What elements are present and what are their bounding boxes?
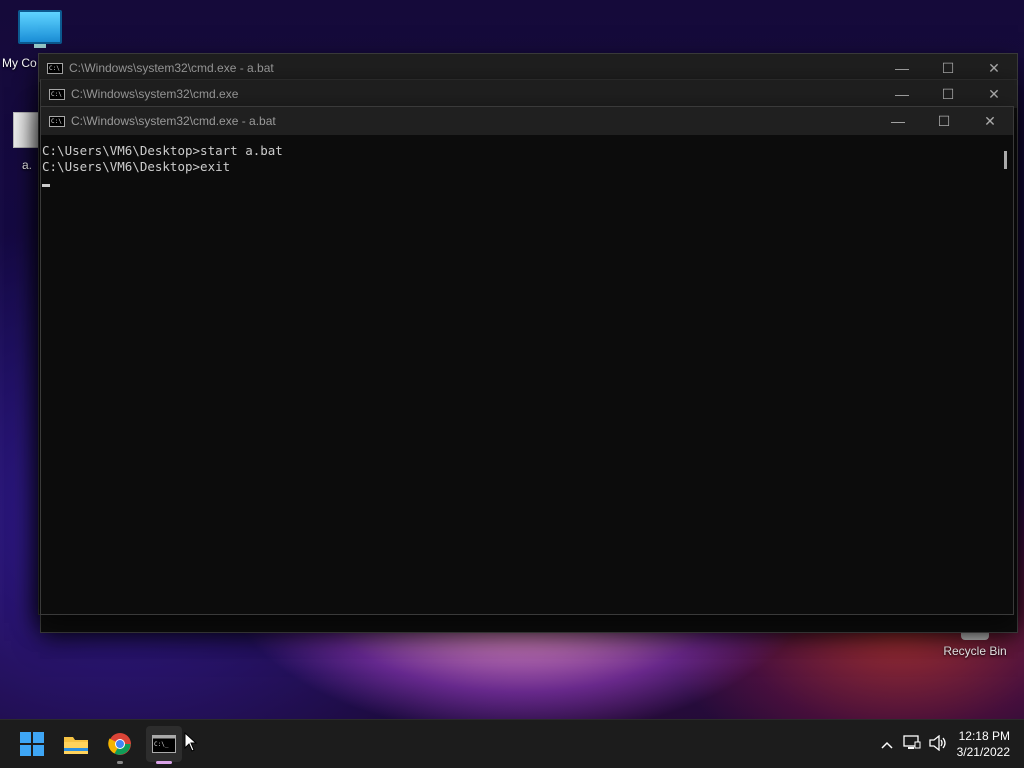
title-bar[interactable]: C:\ C:\Windows\system32\cmd.exe — ☐ ✕ bbox=[41, 80, 1017, 108]
terminal-icon: C:\_ bbox=[152, 735, 176, 753]
folder-icon bbox=[64, 737, 88, 754]
clock-time: 12:18 PM bbox=[958, 729, 1010, 743]
cmd-icon: C:\ bbox=[49, 88, 65, 100]
minimize-button[interactable]: — bbox=[875, 107, 921, 135]
maximize-button[interactable]: ☐ bbox=[925, 80, 971, 108]
window-title: C:\Windows\system32\cmd.exe - a.bat bbox=[69, 61, 274, 75]
close-button[interactable]: ✕ bbox=[967, 107, 1013, 135]
system-tray: 12:18 PM 3/21/2022 bbox=[881, 720, 1010, 768]
network-icon[interactable] bbox=[902, 734, 921, 754]
windows-logo-icon bbox=[20, 732, 44, 756]
scrollbar-thumb[interactable] bbox=[1004, 151, 1007, 169]
close-button[interactable]: ✕ bbox=[971, 54, 1017, 82]
vertical-scrollbar[interactable] bbox=[995, 135, 1013, 614]
chrome-icon bbox=[108, 733, 131, 755]
file-icon bbox=[13, 112, 41, 148]
title-bar[interactable]: C:\ C:\Windows\system32\cmd.exe - a.bat … bbox=[41, 107, 1013, 135]
text-cursor bbox=[42, 184, 50, 187]
desktop-icon-label: Recycle Bin bbox=[943, 644, 1007, 658]
svg-text:C:\_: C:\_ bbox=[154, 741, 169, 748]
mouse-pointer-icon bbox=[184, 732, 198, 752]
file-explorer-button[interactable] bbox=[58, 726, 94, 762]
cmd-icon: C:\ bbox=[47, 62, 63, 74]
minimize-button[interactable]: — bbox=[879, 80, 925, 108]
window-title: C:\Windows\system32\cmd.exe bbox=[71, 87, 239, 101]
chrome-button[interactable] bbox=[102, 726, 138, 764]
cmd-window-active[interactable]: C:\ C:\Windows\system32\cmd.exe - a.bat … bbox=[40, 106, 1014, 615]
show-hidden-icons-chevron-icon[interactable] bbox=[881, 736, 893, 752]
running-indicator bbox=[117, 761, 123, 764]
active-indicator bbox=[156, 761, 172, 764]
cmd-icon: C:\ bbox=[49, 115, 65, 127]
clock[interactable]: 12:18 PM 3/21/2022 bbox=[957, 728, 1010, 760]
close-button[interactable]: ✕ bbox=[971, 80, 1017, 108]
maximize-button[interactable]: ☐ bbox=[925, 54, 971, 82]
console-line: C:\Users\VM6\Desktop>start a.bat bbox=[42, 143, 283, 158]
minimize-button[interactable]: — bbox=[879, 54, 925, 82]
taskbar: C:\_ 12:18 PM 3/21/2022 bbox=[0, 719, 1024, 768]
cmd-taskbar-button[interactable]: C:\_ bbox=[146, 726, 182, 764]
start-button[interactable] bbox=[14, 726, 50, 762]
console-line: C:\Users\VM6\Desktop>exit bbox=[42, 159, 231, 174]
window-title: C:\Windows\system32\cmd.exe - a.bat bbox=[71, 114, 276, 128]
cursor-line bbox=[42, 175, 994, 187]
monitor-icon bbox=[18, 10, 62, 48]
title-bar[interactable]: C:\ C:\Windows\system32\cmd.exe - a.bat … bbox=[39, 54, 1017, 82]
console-output[interactable]: C:\Users\VM6\Desktop>start a.bat C:\Users… bbox=[41, 135, 995, 614]
clock-date: 3/21/2022 bbox=[956, 745, 1010, 759]
maximize-button[interactable]: ☐ bbox=[921, 107, 967, 135]
volume-icon[interactable] bbox=[928, 734, 947, 754]
